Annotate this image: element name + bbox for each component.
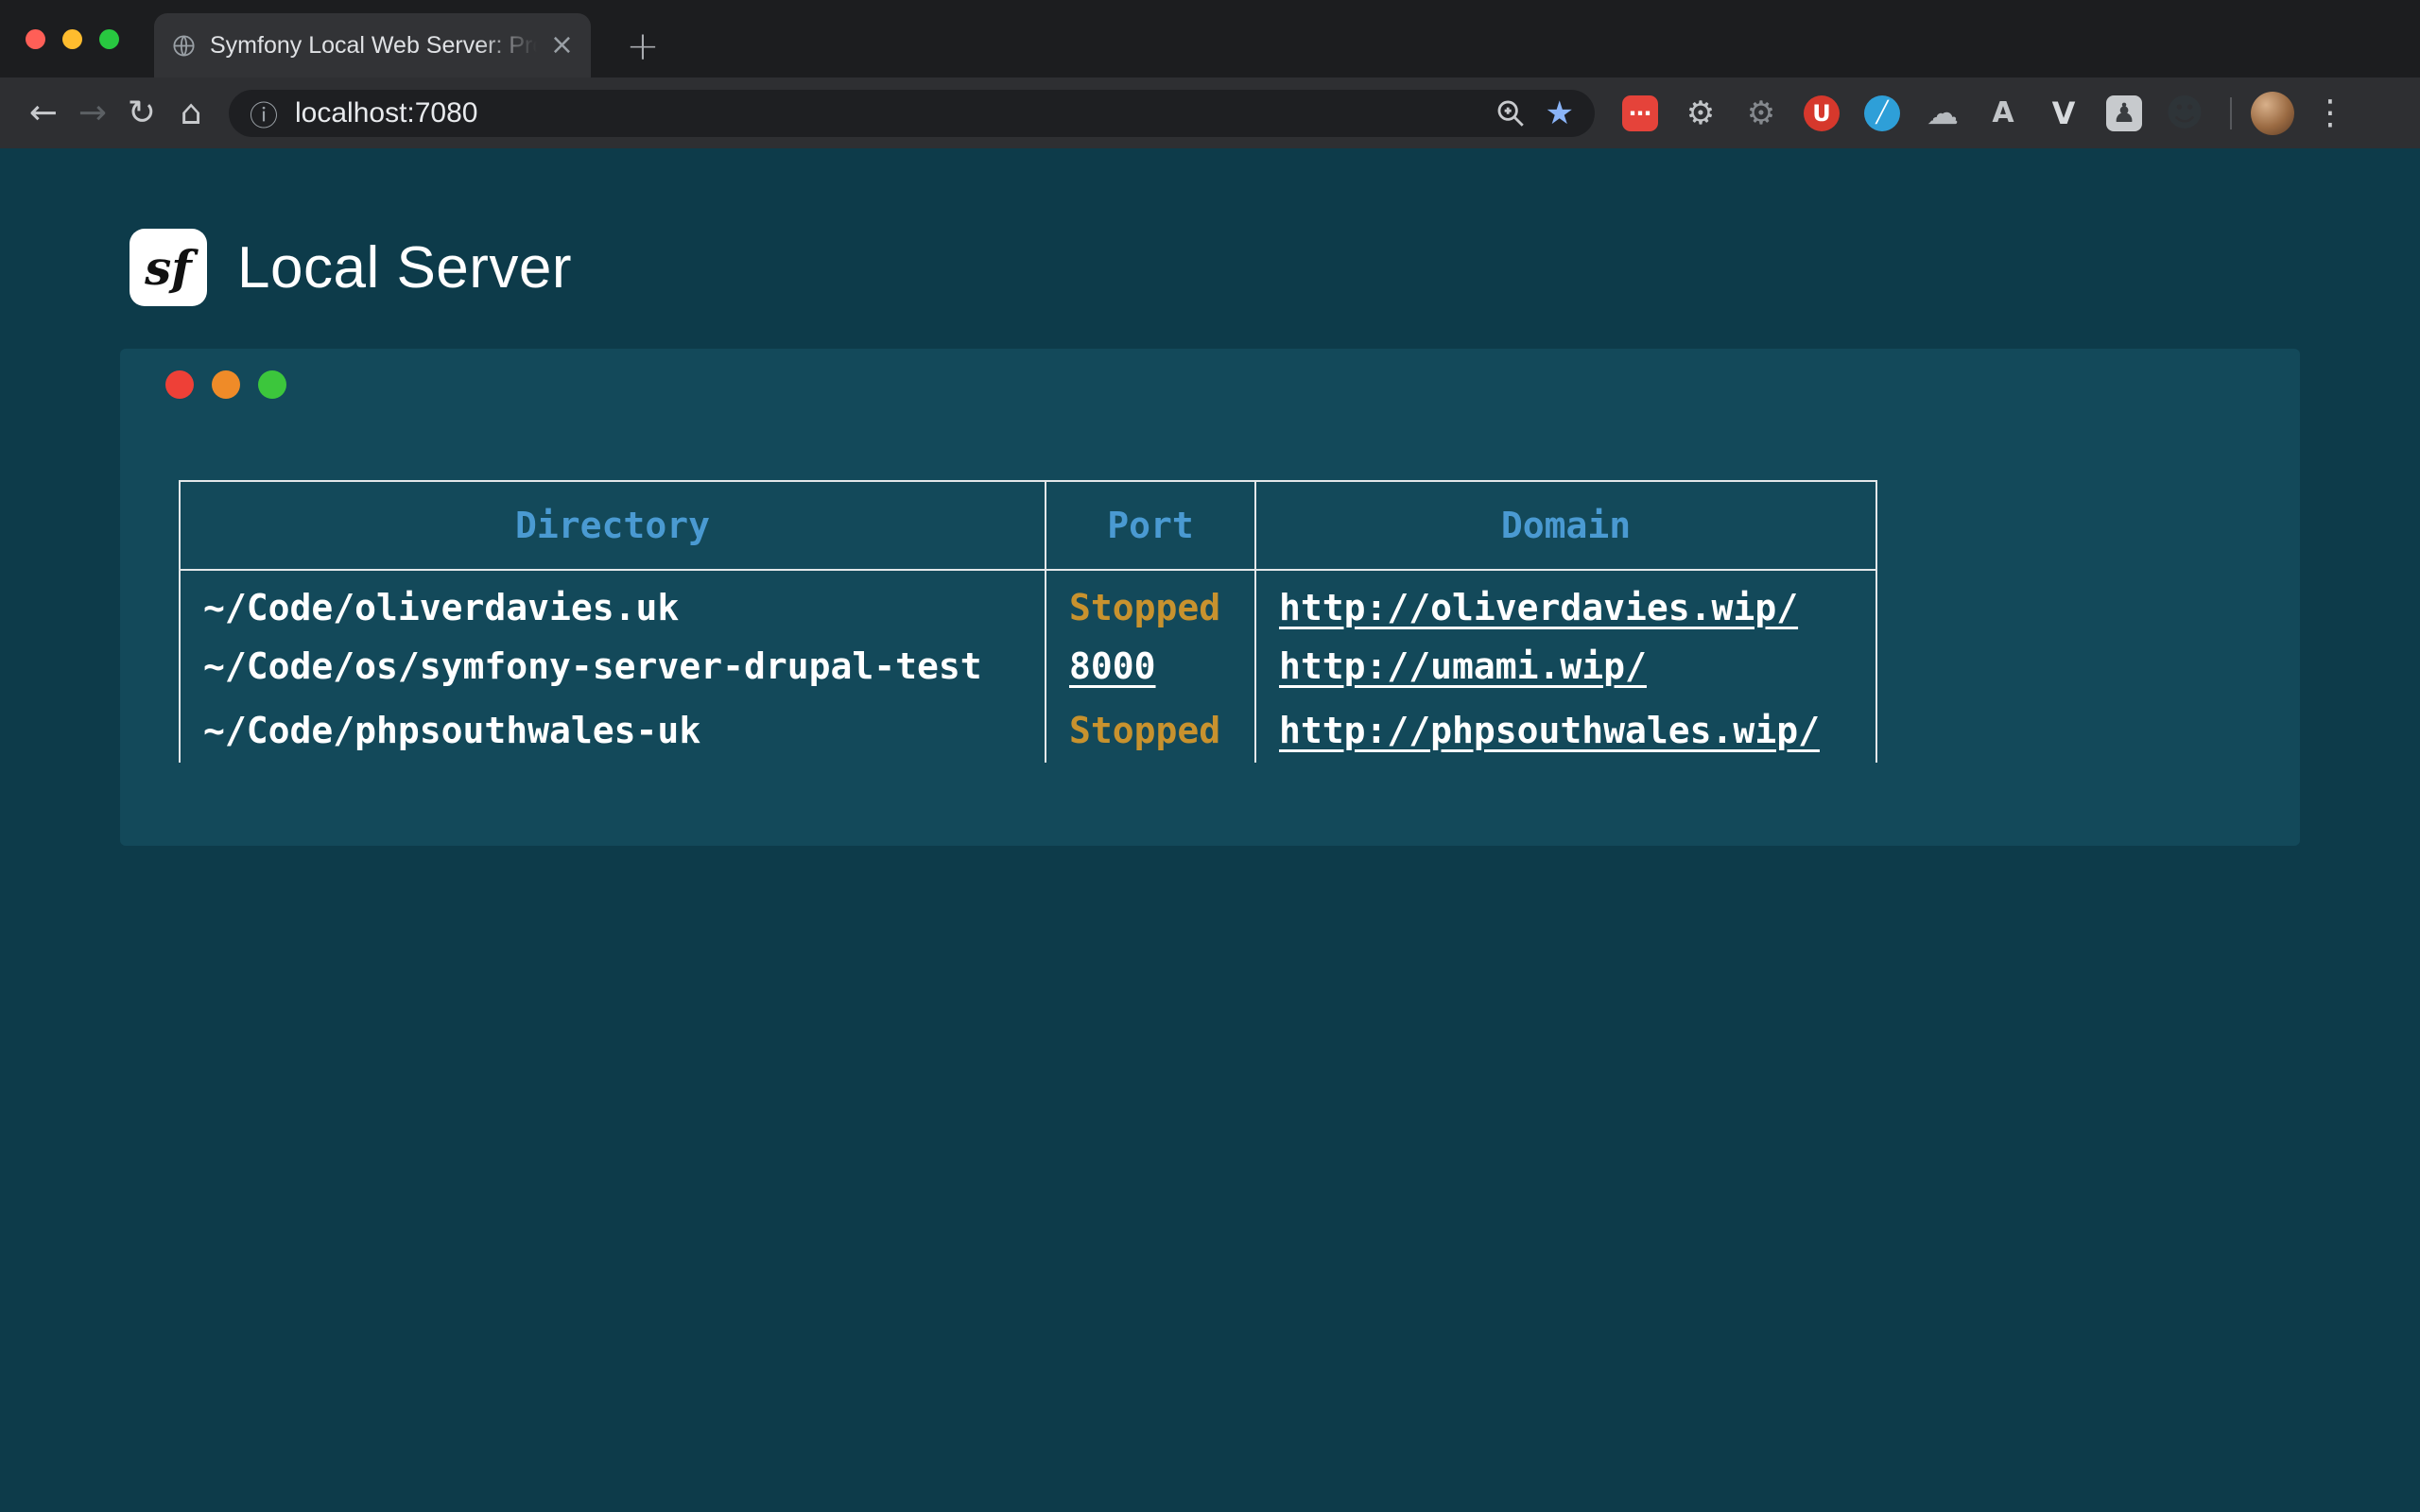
tab-close-icon[interactable]: × (550, 31, 574, 60)
home-icon[interactable]: ⌂ (166, 89, 216, 138)
address-bar[interactable]: ⓘ localhost:7080 ★ (229, 90, 1595, 137)
browser-toolbar: ← → ↻ ⌂ ⓘ localhost:7080 ★ ⋯ ⚙ ⚙ U ╱ ☁ A… (0, 77, 2420, 148)
figure-extension-icon[interactable]: ♟ (2106, 95, 2142, 131)
domain-link[interactable]: http://oliverdavies.wip/ (1279, 587, 1798, 628)
fullscreen-window-button[interactable] (99, 29, 119, 49)
port-status: Stopped (1069, 587, 1220, 628)
new-tab-button[interactable]: + (620, 23, 666, 68)
extensions-toolbar: ⋯ ⚙ ⚙ U ╱ ☁ A V ♟ ☻ (1619, 93, 2205, 134)
panel-green-dot (258, 370, 286, 399)
forward-icon[interactable]: → (68, 89, 117, 138)
letter-v-extension-icon[interactable]: V (2043, 93, 2084, 134)
table-row: ~/Code/phpsouthwales-uk Stopped http://p… (180, 698, 1876, 763)
port-status: Stopped (1069, 710, 1220, 751)
tab-title: Symfony Local Web Server: Prox (210, 32, 537, 60)
port-column-header: Port (1046, 481, 1255, 570)
letter-a-extension-icon[interactable]: A (1982, 93, 2024, 134)
symfony-logo: sf (130, 229, 207, 306)
toolbar-separator (2230, 97, 2232, 129)
window-controls (26, 29, 119, 49)
cloud-extension-icon[interactable]: ☁ (1922, 93, 1963, 134)
browser-tab[interactable]: Symfony Local Web Server: Prox × (154, 13, 591, 77)
url-text[interactable]: localhost:7080 (295, 97, 477, 129)
server-panel: Directory Port Domain ~/Code/oliverdavie… (120, 349, 2300, 846)
directory-cell: ~/Code/oliverdavies.uk (180, 570, 1046, 634)
ublock-extension-icon[interactable]: U (1804, 95, 1840, 131)
gear-extension-icon[interactable]: ⚙ (1680, 93, 1721, 134)
browser-titlebar: Symfony Local Web Server: Prox × + (0, 0, 2420, 77)
globe-favicon-icon (171, 33, 197, 59)
back-icon[interactable]: ← (19, 89, 68, 138)
domain-column-header: Domain (1255, 481, 1876, 570)
profile-avatar[interactable] (2251, 92, 2294, 135)
bookmark-star-icon[interactable]: ★ (1546, 94, 1574, 132)
domain-link[interactable]: http://phpsouthwales.wip/ (1279, 710, 1820, 751)
red-dots-extension-icon[interactable]: ⋯ (1622, 95, 1658, 131)
browser-menu-icon[interactable]: ⋮ (2313, 94, 2347, 132)
table-row: ~/Code/os/symfony-server-drupal-test 800… (180, 634, 1876, 698)
servers-table: Directory Port Domain ~/Code/oliverdavie… (179, 480, 1877, 763)
panel-red-dot (165, 370, 194, 399)
reload-icon[interactable]: ↻ (117, 89, 166, 138)
page-content: sf Local Server Directory Port Domain ~/… (0, 148, 2420, 1512)
site-info-icon[interactable]: ⓘ (250, 93, 278, 134)
port-link[interactable]: 8000 (1069, 645, 1156, 687)
panel-window-dots (165, 370, 2300, 399)
table-row: ~/Code/oliverdavies.uk Stopped http://ol… (180, 570, 1876, 634)
panel-orange-dot (212, 370, 240, 399)
octocat-extension-icon[interactable]: ☻ (2164, 93, 2205, 134)
dark-gear-extension-icon[interactable]: ⚙ (1740, 93, 1782, 134)
domain-link[interactable]: http://umami.wip/ (1279, 645, 1647, 687)
zoom-icon[interactable] (1495, 97, 1527, 129)
blue-circle-extension-icon[interactable]: ╱ (1864, 95, 1900, 131)
directory-column-header: Directory (180, 481, 1046, 570)
table-header-row: Directory Port Domain (180, 481, 1876, 570)
directory-cell: ~/Code/phpsouthwales-uk (180, 698, 1046, 763)
minimize-window-button[interactable] (62, 29, 82, 49)
page-title: Local Server (237, 234, 572, 301)
close-window-button[interactable] (26, 29, 45, 49)
directory-cell: ~/Code/os/symfony-server-drupal-test (180, 634, 1046, 698)
brand-header: sf Local Server (0, 148, 2420, 306)
